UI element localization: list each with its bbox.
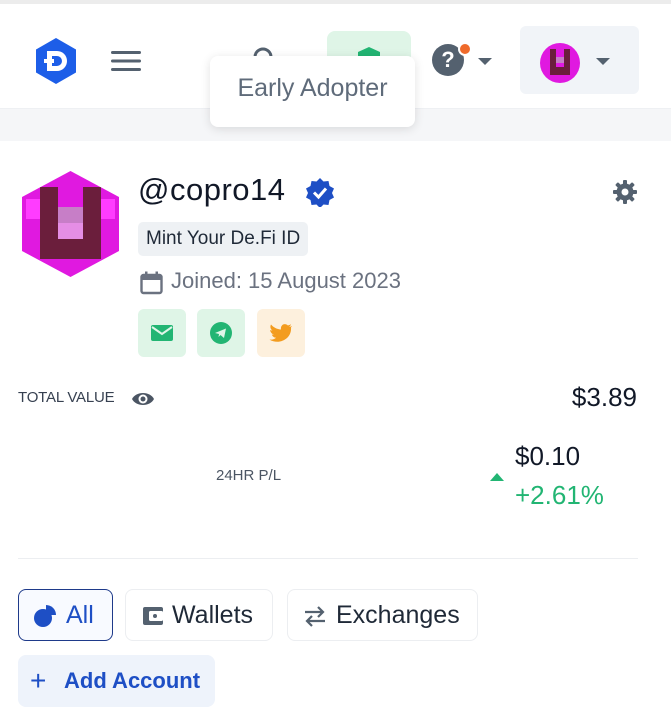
tab-all[interactable]: All: [18, 589, 113, 641]
add-account-button[interactable]: + Add Account: [18, 655, 215, 707]
add-account-label: Add Account: [64, 668, 201, 693]
mint-defi-id-badge[interactable]: Mint Your De.Fi ID: [138, 222, 309, 256]
pl-label: 24HR P/L: [216, 467, 282, 484]
eye-icon[interactable]: [131, 390, 155, 408]
defi-logo-icon[interactable]: [32, 37, 80, 85]
pie-icon: [34, 605, 56, 627]
up-arrow-icon: [490, 473, 504, 481]
email-icon: [151, 325, 173, 341]
menu-icon[interactable]: [109, 44, 143, 78]
avatar: [540, 43, 580, 83]
help-menu[interactable]: ?: [432, 42, 496, 78]
chevron-down-icon: [478, 58, 492, 65]
joined-text: Joined: 15 August 2023: [171, 268, 401, 293]
username: @copro14: [138, 172, 286, 207]
tab-exchanges[interactable]: Exchanges: [287, 589, 478, 641]
wallet-icon: [143, 607, 163, 625]
twitter-button[interactable]: [257, 309, 305, 357]
tab-wallets[interactable]: Wallets: [125, 589, 273, 641]
calendar-icon: [140, 271, 163, 295]
swap-icon: [305, 606, 325, 627]
tab-label: Wallets: [172, 601, 254, 629]
tab-label: Exchanges: [336, 601, 460, 629]
email-button[interactable]: [138, 309, 186, 357]
total-value-label: TOTAL VALUE: [18, 389, 115, 406]
telegram-button[interactable]: [197, 309, 245, 357]
verified-icon: [306, 178, 334, 207]
pl-amount: $0.10: [515, 441, 581, 471]
avatar[interactable]: [18, 169, 123, 279]
twitter-icon: [269, 324, 292, 342]
profile-menu-button[interactable]: [520, 26, 639, 94]
gear-icon[interactable]: [612, 179, 638, 205]
tab-label: All: [66, 601, 94, 629]
chevron-down-icon: [596, 58, 610, 65]
plus-icon: +: [30, 665, 47, 696]
telegram-icon: [210, 322, 232, 344]
total-value-amount: $3.89: [571, 382, 637, 412]
notification-dot: [458, 42, 472, 56]
pl-percent: +2.61%: [515, 480, 604, 510]
divider: [18, 558, 638, 559]
early-adopter-tooltip: Early Adopter: [210, 56, 415, 127]
